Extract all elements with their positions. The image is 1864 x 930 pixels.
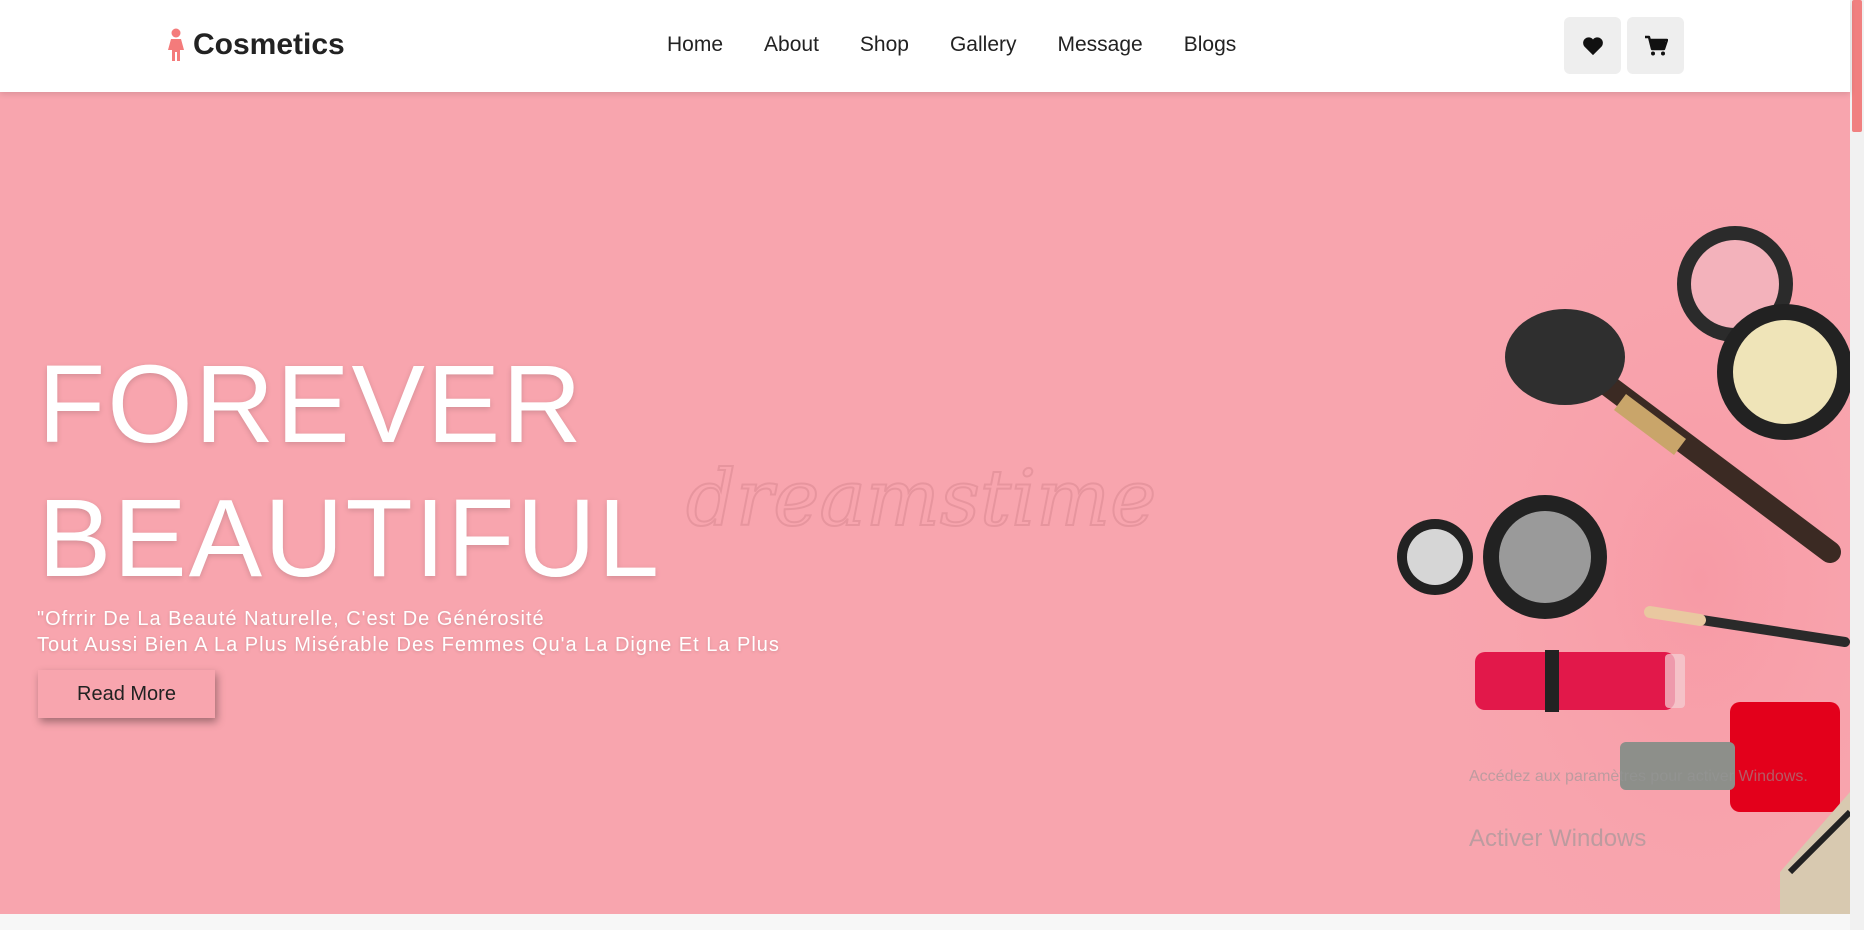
nav-item-shop[interactable]: Shop — [860, 33, 909, 57]
activate-windows-title: Activer Windows — [1469, 825, 1647, 852]
cart-button[interactable] — [1627, 17, 1684, 74]
woman-icon — [168, 28, 184, 61]
hero-banner: dreamstime FOREVER BEAUTIFUL "Ofrrir De … — [0, 92, 1850, 914]
nav-item-gallery[interactable]: Gallery — [950, 33, 1017, 57]
scrollbar-thumb[interactable] — [1852, 0, 1862, 132]
page-bottom-edge — [0, 914, 1850, 930]
scrollbar-track[interactable] — [1850, 0, 1864, 930]
logo[interactable]: Cosmetics — [165, 28, 345, 62]
hero-title-line1: FOREVER — [38, 343, 584, 466]
read-more-button[interactable]: Read More — [38, 670, 215, 718]
cosmetics-image — [1350, 172, 1850, 914]
cart-icon — [1644, 35, 1668, 55]
main-nav: Home About Shop Gallery Message Blogs — [667, 33, 1277, 57]
hero-subtitle-line2: Tout Aussi Bien A La Plus Misérable Des … — [37, 634, 780, 656]
nav-item-blogs[interactable]: Blogs — [1184, 33, 1237, 57]
hero-title-line2: BEAUTIFUL — [38, 477, 662, 600]
wishlist-button[interactable] — [1564, 17, 1621, 74]
heart-icon — [1582, 36, 1603, 55]
watermark: dreamstime — [685, 453, 1157, 545]
nav-item-message[interactable]: Message — [1058, 33, 1143, 57]
nav-item-home[interactable]: Home — [667, 33, 723, 57]
nav-item-about[interactable]: About — [764, 33, 819, 57]
navbar: Cosmetics Home About Shop Gallery Messag… — [0, 0, 1850, 92]
hero-subtitle-line1: "Ofrrir De La Beauté Naturelle, C'est De… — [37, 608, 545, 630]
brand-name: Cosmetics — [193, 28, 345, 61]
activate-windows-subtitle: Accédez aux paramètres pour activer Wind… — [1469, 768, 1808, 785]
